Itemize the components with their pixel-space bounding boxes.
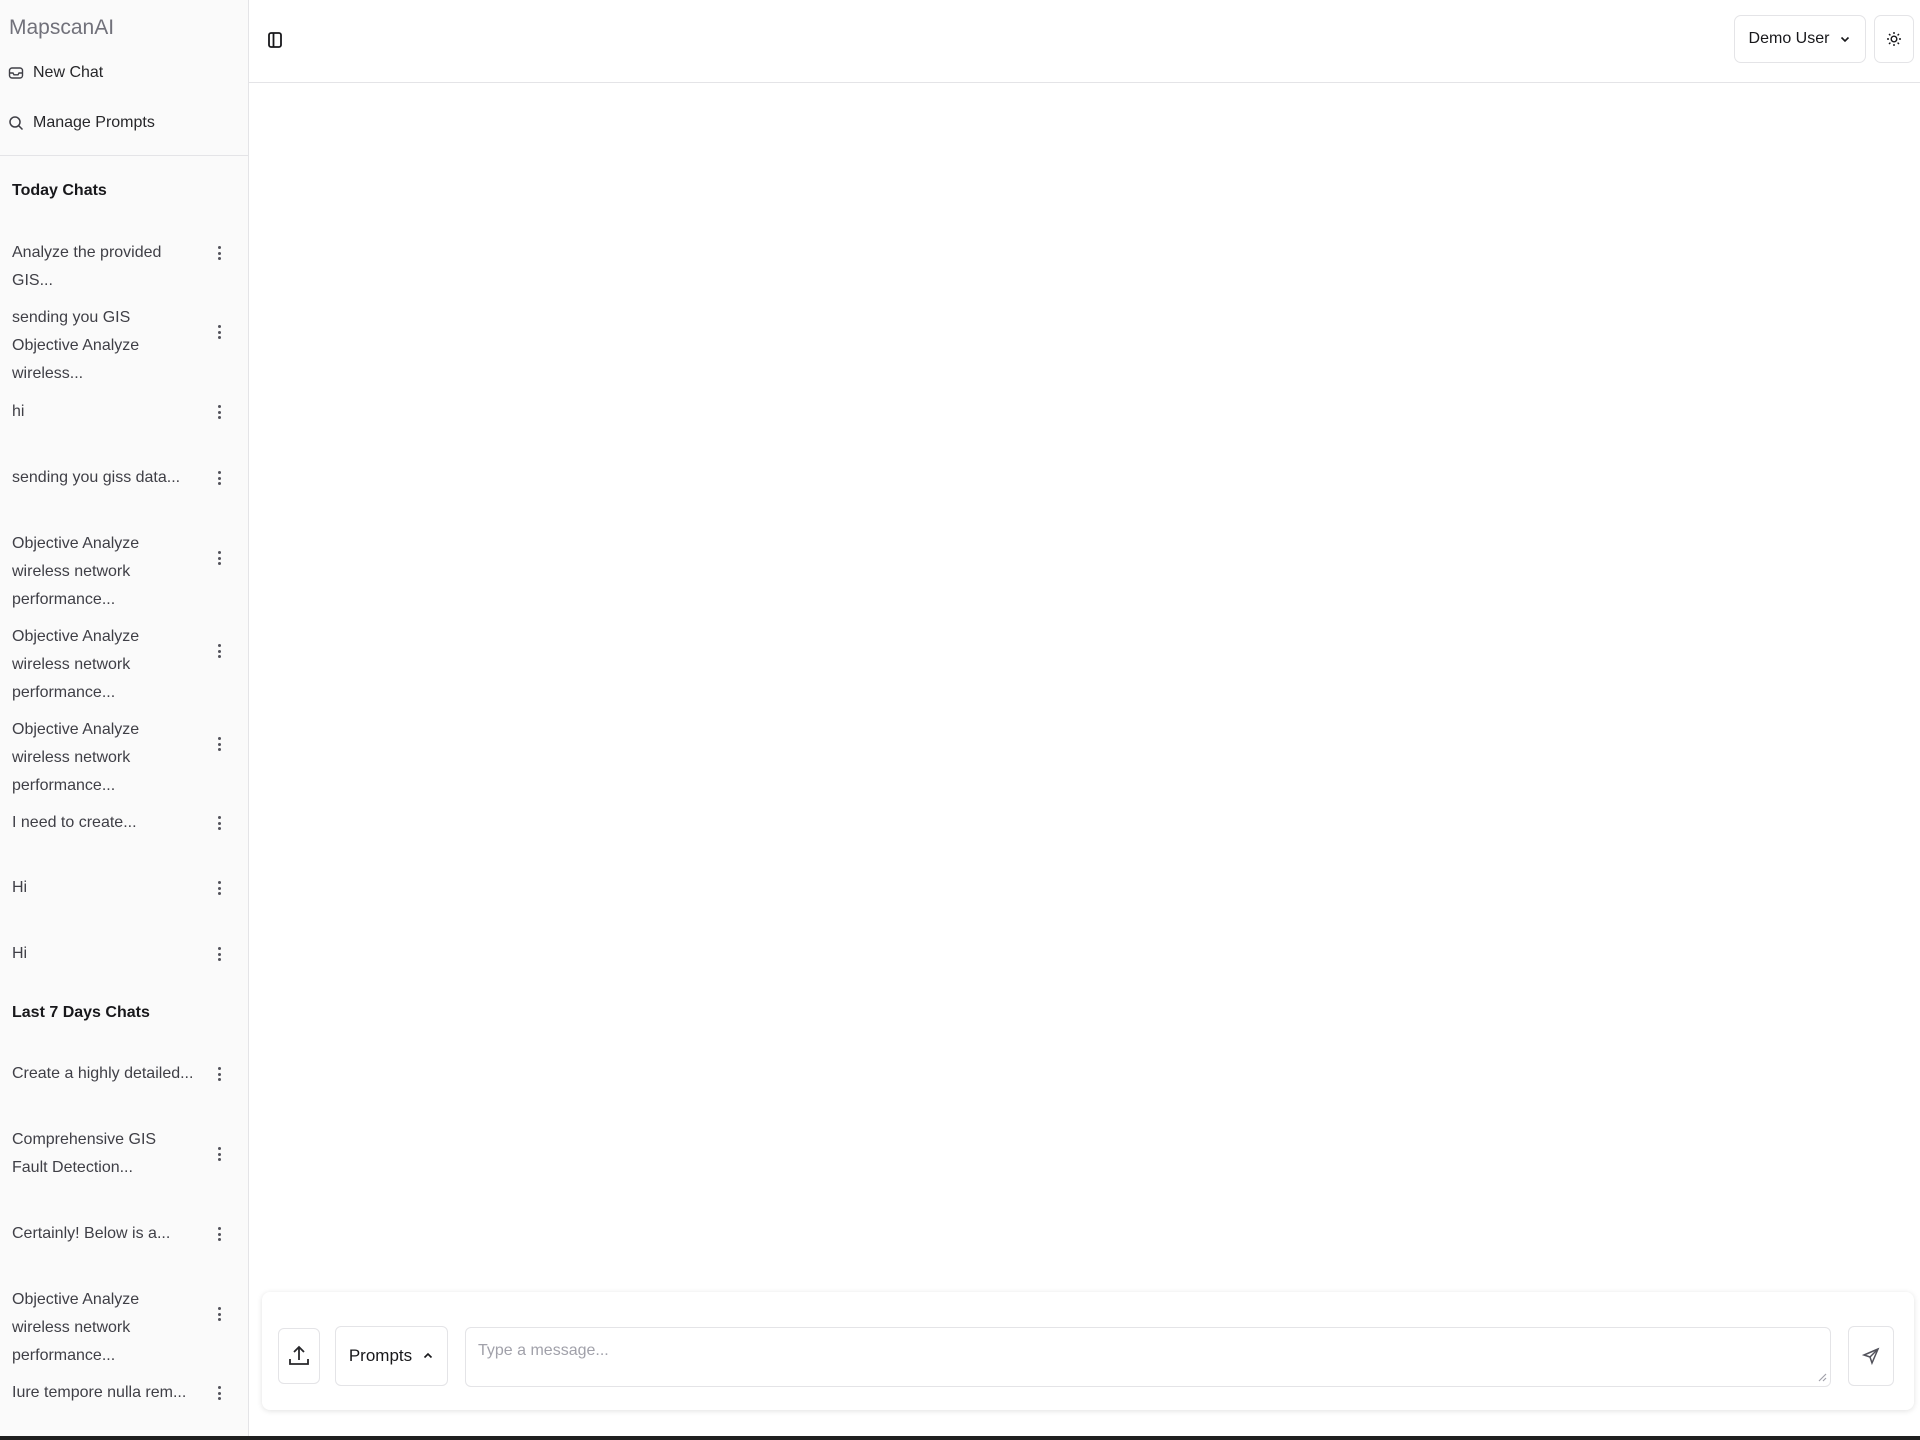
chat-item-label: sending you giss data... (12, 469, 181, 486)
new-chat-icon (8, 67, 24, 79)
chat-item[interactable]: Create a highly detailed... (0, 1059, 248, 1089)
sun-icon (1887, 32, 1901, 46)
chevron-down-icon (1841, 36, 1850, 43)
more-options-icon[interactable] (214, 402, 224, 422)
chat-item-label: I need to create... (12, 814, 137, 831)
chat-item-label: sending you GIS Objective Analyze wirele… (12, 309, 140, 382)
chat-item[interactable]: Hi (0, 873, 248, 903)
top-bar (249, 0, 1920, 83)
more-options-icon[interactable] (214, 878, 224, 898)
theme-toggle-button[interactable] (1874, 15, 1914, 63)
chat-item-label: Iure tempore nulla rem... (12, 1384, 187, 1401)
section-title-today: Today Chats (12, 182, 107, 199)
chat-item-label: Hi (12, 945, 28, 962)
send-button[interactable] (1848, 1326, 1894, 1386)
chat-item[interactable]: hi (0, 397, 248, 427)
chat-item[interactable]: sending you giss data... (0, 463, 248, 493)
window-bottom-edge (0, 1436, 1920, 1440)
more-options-icon[interactable] (214, 641, 224, 661)
upload-icon (289, 1345, 309, 1365)
chat-item[interactable]: Objective Analyze wireless network perfo… (0, 715, 248, 794)
upload-button[interactable] (278, 1328, 320, 1384)
more-options-icon[interactable] (214, 813, 224, 833)
sidebar: MapscanAI New Chat Manage Prompts Today … (0, 0, 249, 1436)
chat-item-label: Certainly! Below is a... (12, 1225, 171, 1242)
search-icon (9, 116, 24, 131)
chat-item-label: Analyze the provided GIS... (12, 244, 162, 289)
chat-item[interactable]: Analyze the provided GIS... (0, 238, 248, 289)
section-title-last-7-days: Last 7 Days Chats (12, 1004, 150, 1021)
more-options-icon[interactable] (214, 1224, 224, 1244)
chat-item[interactable]: Objective Analyze wireless network perfo… (0, 622, 248, 701)
chat-item-label: Comprehensive GIS Fault Detection... (12, 1131, 157, 1176)
chat-item[interactable]: Iure tempore nulla rem... (0, 1378, 248, 1408)
more-options-icon[interactable] (214, 1144, 224, 1164)
panel-toggle-icon[interactable] (267, 30, 283, 50)
chat-item[interactable]: sending you GIS Objective Analyze wirele… (0, 303, 248, 382)
chat-item[interactable]: I need to create... (0, 808, 248, 838)
more-options-icon[interactable] (214, 322, 224, 342)
app-brand: MapscanAI (9, 16, 115, 39)
chat-item-label: Create a highly detailed... (12, 1065, 194, 1082)
manage-prompts-button[interactable]: Manage Prompts (8, 108, 240, 138)
more-options-icon[interactable] (214, 243, 224, 263)
message-input[interactable] (465, 1327, 1831, 1387)
new-chat-label: New Chat (33, 64, 104, 81)
manage-prompts-label: Manage Prompts (33, 114, 155, 131)
chat-item-label: Objective Analyze wireless network perfo… (12, 628, 140, 701)
user-menu-button[interactable]: Demo User (1734, 15, 1866, 63)
chat-item-label: Hi (12, 879, 28, 896)
more-options-icon[interactable] (214, 944, 224, 964)
new-chat-button[interactable]: New Chat (8, 58, 240, 88)
send-icon (1862, 1347, 1880, 1365)
prompts-button[interactable]: Prompts (335, 1326, 448, 1386)
chat-item[interactable]: Objective Analyze wireless network perfo… (0, 529, 248, 608)
more-options-icon[interactable] (214, 548, 224, 568)
chevron-up-icon (424, 1352, 433, 1359)
chat-item[interactable]: Objective Analyze wireless network perfo… (0, 1285, 248, 1364)
chat-item-label: Objective Analyze wireless network perfo… (12, 535, 140, 608)
chat-item-label: Objective Analyze wireless network perfo… (12, 1291, 140, 1364)
more-options-icon[interactable] (214, 1304, 224, 1324)
chat-item[interactable]: Hi (0, 939, 248, 969)
more-options-icon[interactable] (214, 1383, 224, 1403)
more-options-icon[interactable] (214, 734, 224, 754)
prompts-button-label: Prompts (348, 1346, 413, 1365)
resize-grip-icon[interactable] (1817, 1372, 1827, 1382)
chat-item-label: hi (12, 403, 25, 420)
sidebar-divider (0, 155, 248, 156)
chat-item[interactable]: Certainly! Below is a... (0, 1219, 248, 1249)
more-options-icon[interactable] (214, 468, 224, 488)
more-options-icon[interactable] (214, 1064, 224, 1084)
chat-item[interactable]: Comprehensive GIS Fault Detection... (0, 1125, 248, 1183)
user-menu-label: Demo User (1748, 30, 1830, 47)
chat-item-label: Objective Analyze wireless network perfo… (12, 721, 140, 794)
